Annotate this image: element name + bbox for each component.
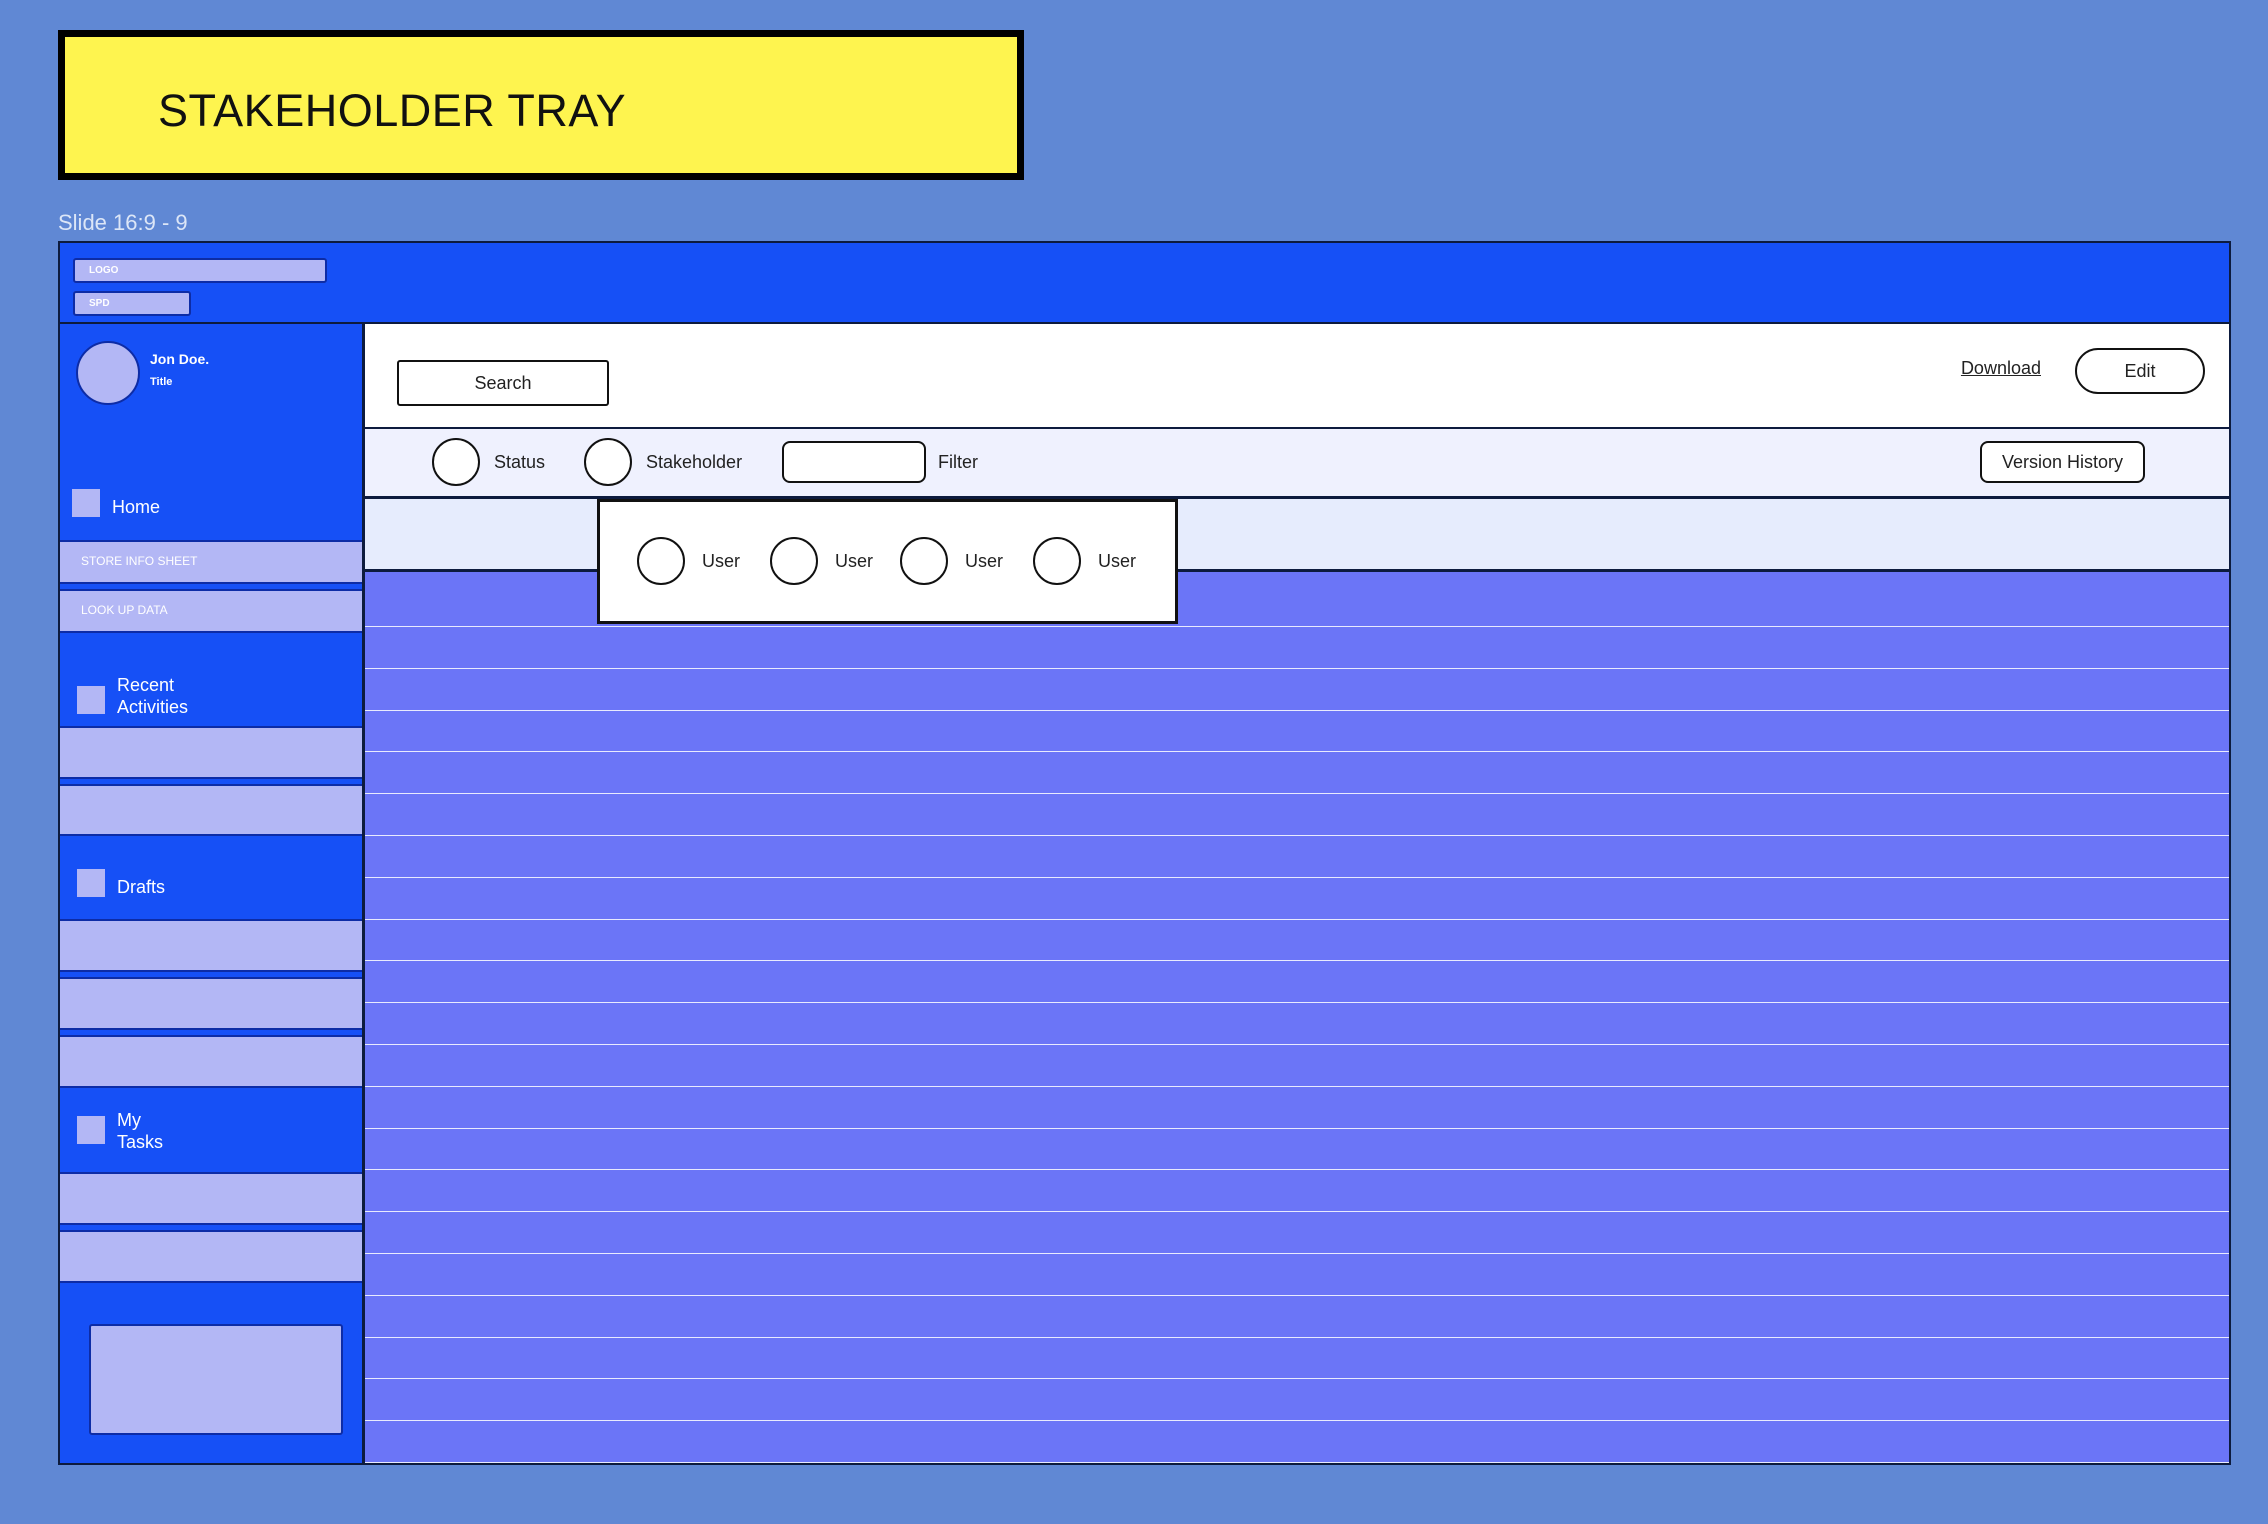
slide-label: Slide 16:9 - 9 <box>58 210 188 235</box>
logo[interactable]: LOGO <box>73 258 327 283</box>
grid-row-divider <box>365 1002 2229 1004</box>
user-label-2: User <box>835 551 874 571</box>
grid-row-divider <box>365 1169 2229 1171</box>
sidebar-item-home[interactable]: Home <box>60 489 362 535</box>
download-link[interactable]: Download <box>1961 358 2041 379</box>
tasks-label-line1: My <box>117 1110 141 1130</box>
grid-row-divider <box>365 1253 2229 1254</box>
grid-row-divider <box>365 667 2229 669</box>
grid-row-divider <box>365 626 2229 627</box>
sidebar-bottom-card[interactable] <box>89 1324 343 1435</box>
sidebar-item-my-tasks[interactable]: My Tasks <box>60 1109 362 1169</box>
task-slot[interactable] <box>60 1172 362 1225</box>
filter-label: Filter <box>938 452 978 472</box>
user-avatar-1[interactable] <box>637 537 685 585</box>
sidebar-item-store-info-sheet[interactable]: STORE INFO SHEET <box>60 540 362 584</box>
main-header: Search Download Edit <box>365 324 2229 429</box>
avatar[interactable] <box>76 341 140 405</box>
recent-activity-slot[interactable] <box>60 784 362 836</box>
user-avatar-4[interactable] <box>1033 537 1081 585</box>
grid-row-divider <box>365 1044 2229 1045</box>
grid-row-divider <box>365 1294 2229 1296</box>
status-label: Status <box>494 452 546 472</box>
grid-row-divider <box>365 835 2229 836</box>
tasks-label-line2: Tasks <box>117 1132 164 1152</box>
grid-row-divider <box>365 1420 2229 1422</box>
draft-slot[interactable] <box>60 1035 362 1088</box>
store-info-label: STORE INFO SHEET <box>81 554 198 568</box>
status-radio[interactable] <box>432 438 480 486</box>
version-history-button[interactable]: Version History <box>1980 441 2145 483</box>
draft-slot[interactable] <box>60 977 362 1030</box>
task-slot[interactable] <box>60 1230 362 1283</box>
top-bar: LOGO SPD <box>60 243 2229 324</box>
grid-row-divider <box>365 918 2229 920</box>
filter-bar: Status Stakeholder Filter Version Histor… <box>365 429 2229 499</box>
user-avatar-2[interactable] <box>770 537 818 585</box>
grid-row-divider <box>365 751 2229 753</box>
recent-activities-icon <box>77 686 105 714</box>
user-title: Title <box>150 376 173 388</box>
grid-row-divider <box>365 960 2229 962</box>
search-input[interactable]: Search <box>397 360 609 406</box>
recent-label-line2: Activities <box>117 697 189 717</box>
sidebar: Jon Doe. Title Home STORE INFO SHEET LOO… <box>60 324 365 1463</box>
user-name: Jon Doe. <box>150 351 210 367</box>
grid-row-divider <box>365 1085 2229 1087</box>
spd-badge[interactable]: SPD <box>73 291 191 316</box>
board-title: STAKEHOLDER TRAY <box>158 85 627 136</box>
sidebar-item-recent-activities[interactable]: Recent Activities <box>60 674 362 734</box>
recent-label-line1: Recent <box>117 675 175 695</box>
home-label: Home <box>112 497 161 517</box>
lookup-label: LOOK UP DATA <box>81 603 168 617</box>
board-title-card: STAKEHOLDER TRAY <box>58 30 1024 180</box>
stakeholder-radio[interactable] <box>584 438 632 486</box>
app-frame: LOGO SPD Jon Doe. Title Home STORE INFO … <box>58 241 2231 1465</box>
grid-row-divider <box>365 1211 2229 1213</box>
my-tasks-icon <box>77 1116 105 1144</box>
user-label-1: User <box>702 551 741 571</box>
sidebar-item-look-up-data[interactable]: LOOK UP DATA <box>60 589 362 633</box>
drafts-icon <box>77 869 105 897</box>
edit-button[interactable]: Edit <box>2075 348 2205 394</box>
sidebar-item-drafts[interactable]: Drafts <box>60 869 362 909</box>
grid-row-divider <box>365 1378 2229 1380</box>
data-grid <box>365 572 2229 1463</box>
grid-row-divider <box>365 876 2229 878</box>
user-label-4: User <box>1098 551 1137 571</box>
grid-row-divider <box>365 1462 2229 1463</box>
grid-row-divider <box>365 1127 2229 1129</box>
draft-slot[interactable] <box>60 919 362 972</box>
stakeholder-popover: User User User User <box>597 499 1178 624</box>
user-label-3: User <box>965 551 1004 571</box>
home-icon <box>72 489 100 517</box>
grid-row-divider <box>365 1336 2229 1338</box>
recent-activity-slot[interactable] <box>60 726 362 779</box>
grid-row-divider <box>365 793 2229 795</box>
stakeholder-label: Stakeholder <box>646 452 743 472</box>
user-avatar-3[interactable] <box>900 537 948 585</box>
grid-row-divider <box>365 709 2229 711</box>
drafts-label: Drafts <box>117 877 166 897</box>
filter-input[interactable] <box>782 441 926 483</box>
